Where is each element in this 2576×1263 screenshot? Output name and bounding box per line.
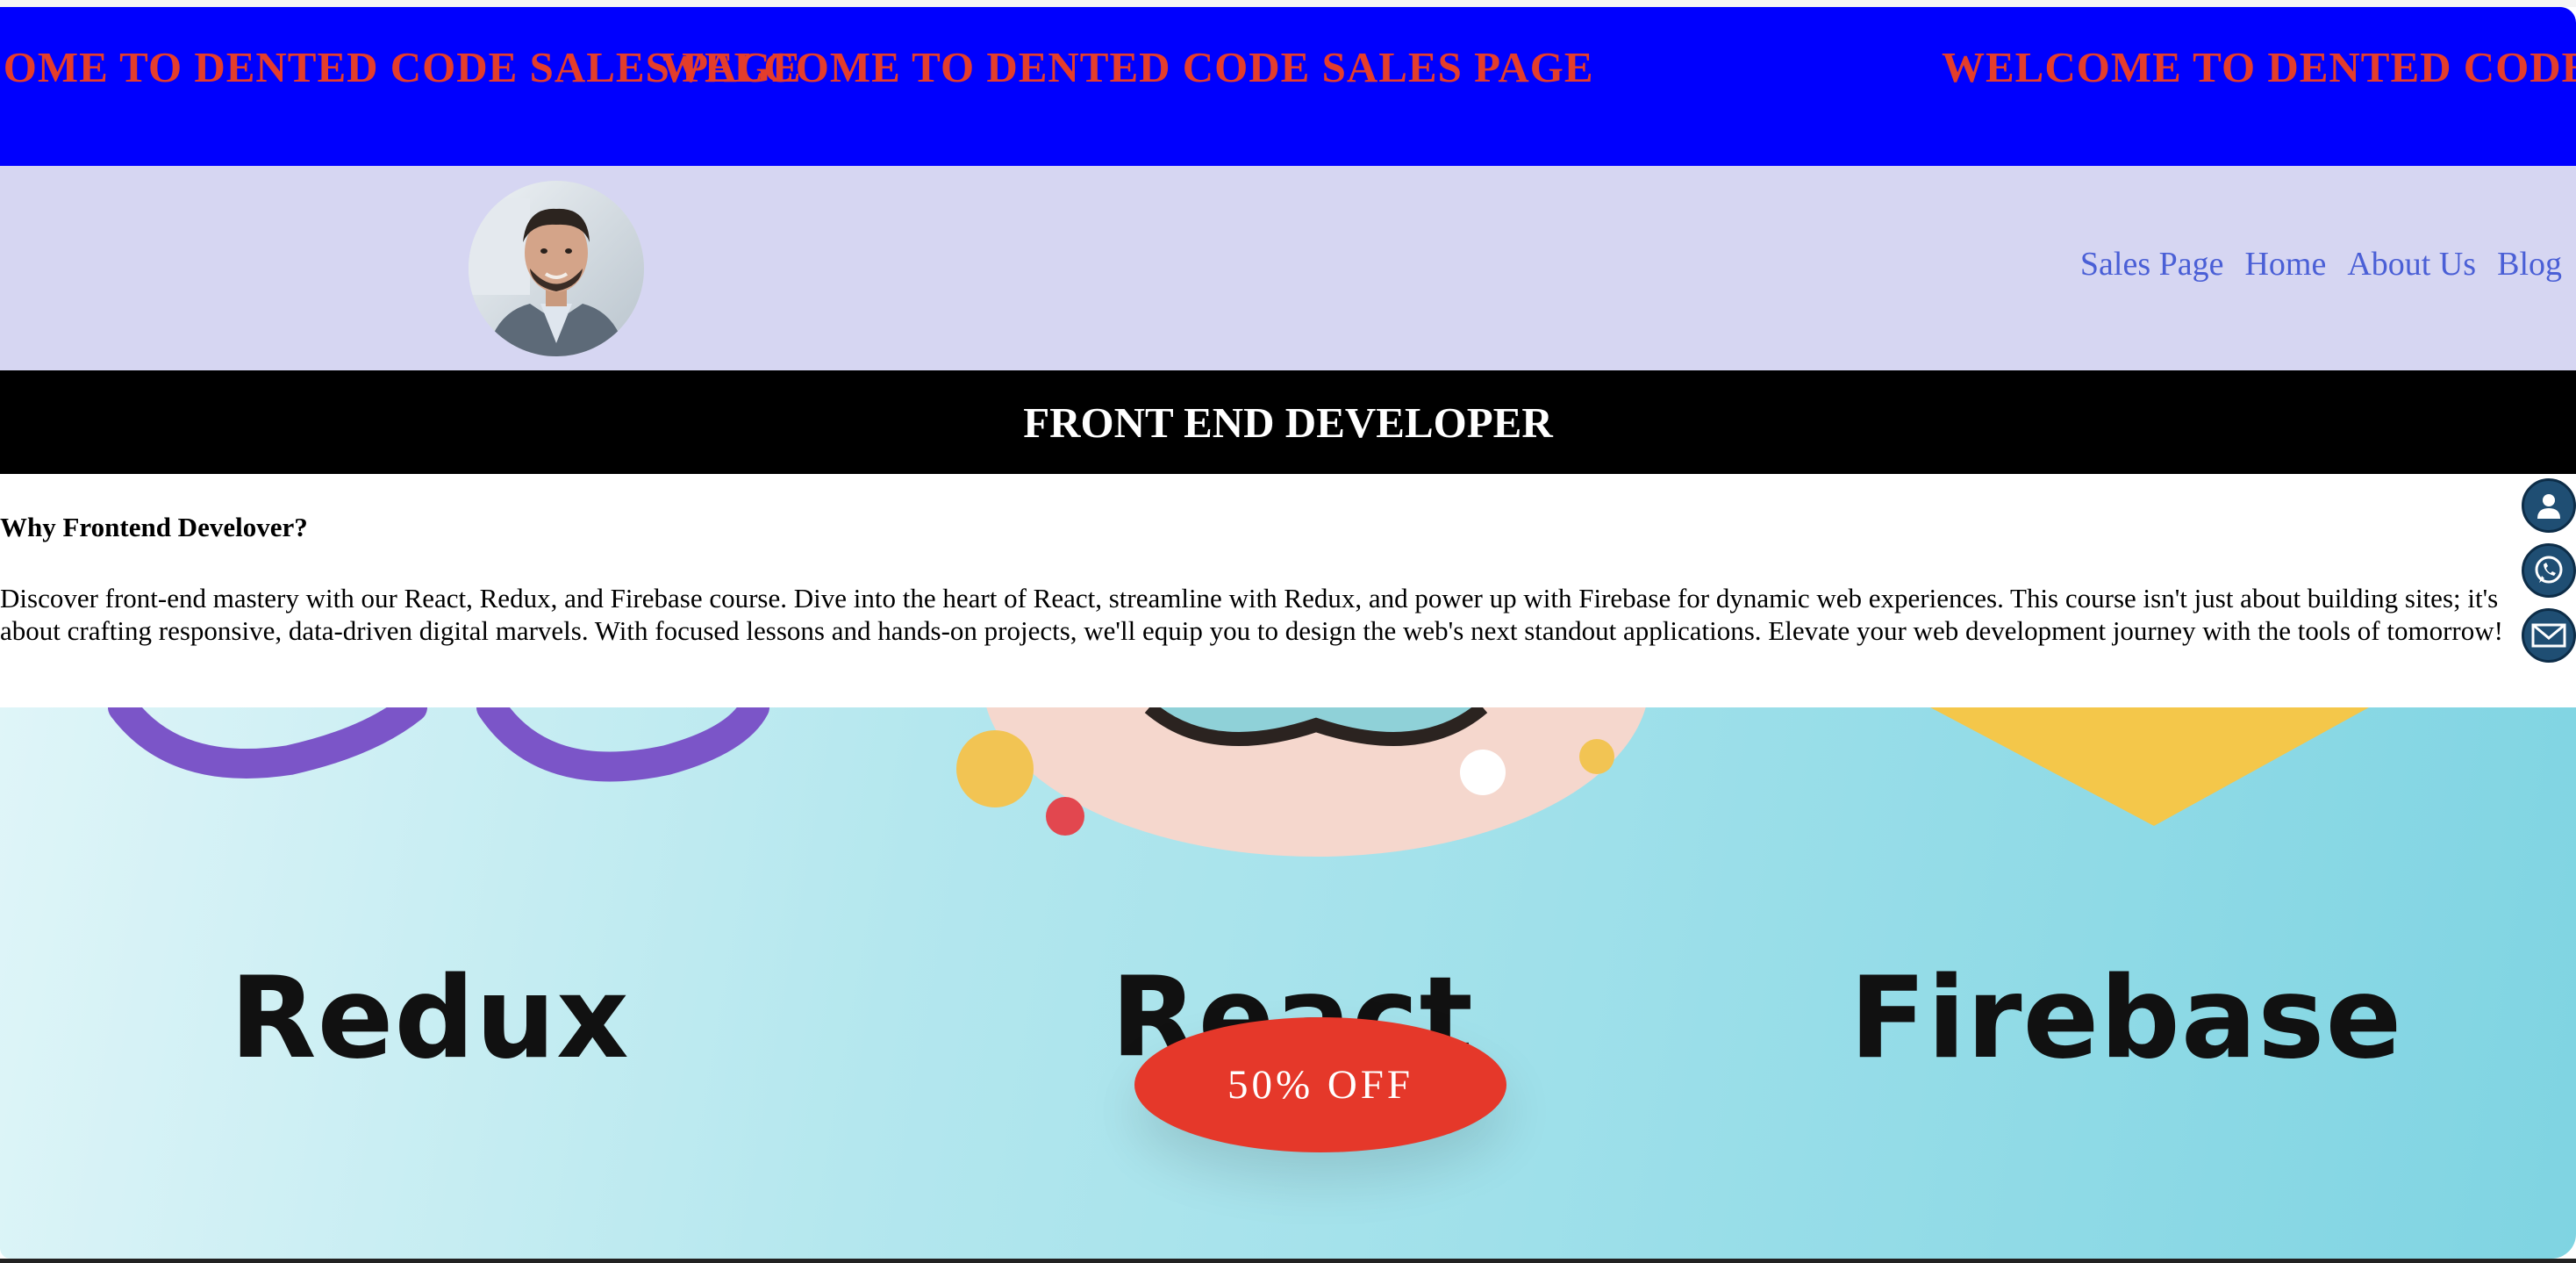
- marquee-text: WELCOME TO DENTED CODE SALES PAGE: [1942, 43, 2576, 91]
- top-strip: [0, 0, 2576, 7]
- avatar-photo: [469, 181, 644, 356]
- about-section: Why Frontend Develover? Discover front-e…: [0, 474, 2576, 707]
- nav-about-us[interactable]: About Us: [2347, 245, 2476, 283]
- redux-logo-shape: [108, 707, 427, 779]
- avatar[interactable]: [469, 181, 644, 356]
- hero-word-redux: Redux: [230, 953, 630, 1084]
- redux-logo-shape: [476, 707, 769, 782]
- main-nav: Sales Page Home About Us Blog: [2080, 245, 2562, 283]
- user-icon[interactable]: [2522, 478, 2576, 533]
- mail-icon[interactable]: [2522, 608, 2576, 663]
- decor-dot: [956, 730, 1034, 807]
- marquee-text: WELCOME TO DENTED CODE SALES PAGE: [661, 43, 1594, 91]
- section-heading: Why Frontend Develover?: [0, 512, 308, 542]
- site-header: Sales Page Home About Us Blog: [0, 166, 2576, 370]
- nav-sales-page[interactable]: Sales Page: [2080, 245, 2224, 283]
- course-hero-image: Redux React Firebase: [0, 707, 2576, 1259]
- decor-dot: [1579, 739, 1614, 774]
- nav-blog[interactable]: Blog: [2497, 245, 2562, 283]
- decor-dot: [1460, 750, 1506, 795]
- title-band: FRONT END DEVELOPER: [0, 370, 2576, 474]
- welcome-marquee: WELCOME TO DENTED CODE SALES PAGE WELCOM…: [0, 7, 2576, 166]
- discount-badge-button[interactable]: 50% OFF: [1134, 1017, 1506, 1152]
- decor-dot: [1046, 797, 1084, 836]
- section-body: Discover front-end mastery with our Reac…: [0, 583, 2503, 646]
- hero-word-firebase: Firebase: [1850, 953, 2403, 1084]
- firebase-logo-shape: [1930, 707, 2369, 826]
- whatsapp-icon[interactable]: [2522, 543, 2576, 598]
- page-title: FRONT END DEVELOPER: [1023, 398, 1553, 447]
- nav-home[interactable]: Home: [2244, 245, 2326, 283]
- bottom-strip: [0, 1259, 2576, 1263]
